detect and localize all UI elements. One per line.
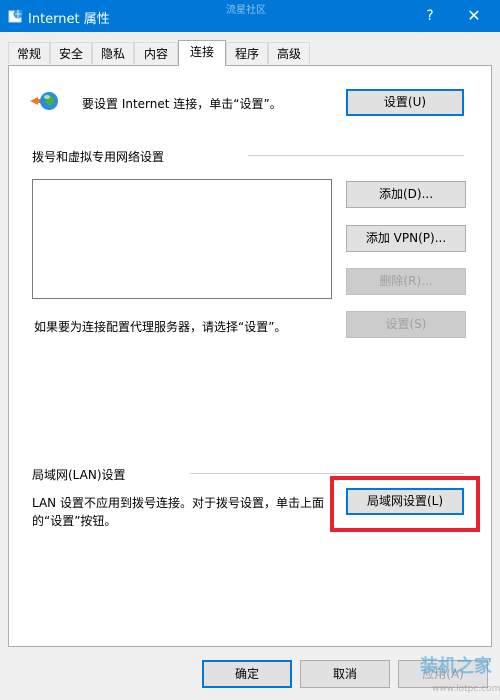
lan-description-line2: 的“设置”按钮。	[32, 514, 117, 528]
highlight-annotation-box	[330, 476, 480, 532]
dialup-divider	[248, 155, 464, 156]
tab-general[interactable]: 常规	[8, 42, 50, 64]
help-button[interactable]: ?	[418, 5, 442, 27]
internet-options-icon	[8, 9, 23, 23]
dialup-connections-list[interactable]	[32, 179, 332, 299]
setup-button[interactable]: 设置(U)	[346, 89, 464, 116]
setup-instruction: 要设置 Internet 连接，单击“设置”。	[82, 97, 282, 111]
tab-privacy[interactable]: 隐私	[92, 42, 134, 64]
internet-properties-window: Internet 属性 流星社区 ? ✕ 常规 安全 隐私 内容 连接 程序 高…	[0, 0, 500, 700]
cancel-button[interactable]: 取消	[300, 660, 390, 688]
tab-content[interactable]: 内容	[134, 42, 178, 64]
tab-advanced[interactable]: 高级	[268, 42, 310, 64]
tab-strip: 常规 安全 隐私 内容 连接 程序 高级	[8, 40, 492, 66]
add-vpn-button[interactable]: 添加 VPN(P)...	[346, 225, 466, 252]
dialup-settings-button[interactable]: 设置(S)	[346, 311, 466, 338]
tab-programs[interactable]: 程序	[226, 42, 268, 64]
title-bar: Internet 属性 流星社区 ? ✕	[0, 0, 500, 32]
lan-settings-heading: 局域网(LAN)设置	[32, 468, 126, 482]
add-connection-button[interactable]: 添加(D)...	[346, 181, 466, 208]
site-watermark-logo: 装机之家 www.lotpc.com	[398, 656, 500, 698]
lan-description-line1: LAN 设置不应用到拨号连接。对于拨号设置，单击上面	[32, 496, 324, 510]
lan-divider	[190, 473, 464, 474]
dialup-vpn-heading: 拨号和虚拟专用网络设置	[32, 150, 165, 164]
proxy-instruction: 如果要为连接配置代理服务器，请选择“设置”。	[34, 320, 287, 334]
window-title: Internet 属性	[28, 12, 110, 27]
watermark-logo-text: 装机之家	[420, 656, 492, 677]
watermark-logo-url: www.lotpc.com	[432, 684, 500, 694]
remove-connection-button[interactable]: 删除(R)...	[346, 268, 466, 295]
tab-connections[interactable]: 连接	[178, 40, 226, 66]
close-button[interactable]: ✕	[460, 5, 488, 27]
ok-button[interactable]: 确定	[202, 660, 292, 688]
watermark-text: 流星社区	[226, 5, 266, 16]
tab-security[interactable]: 安全	[50, 42, 92, 64]
globe-network-icon	[30, 92, 58, 110]
